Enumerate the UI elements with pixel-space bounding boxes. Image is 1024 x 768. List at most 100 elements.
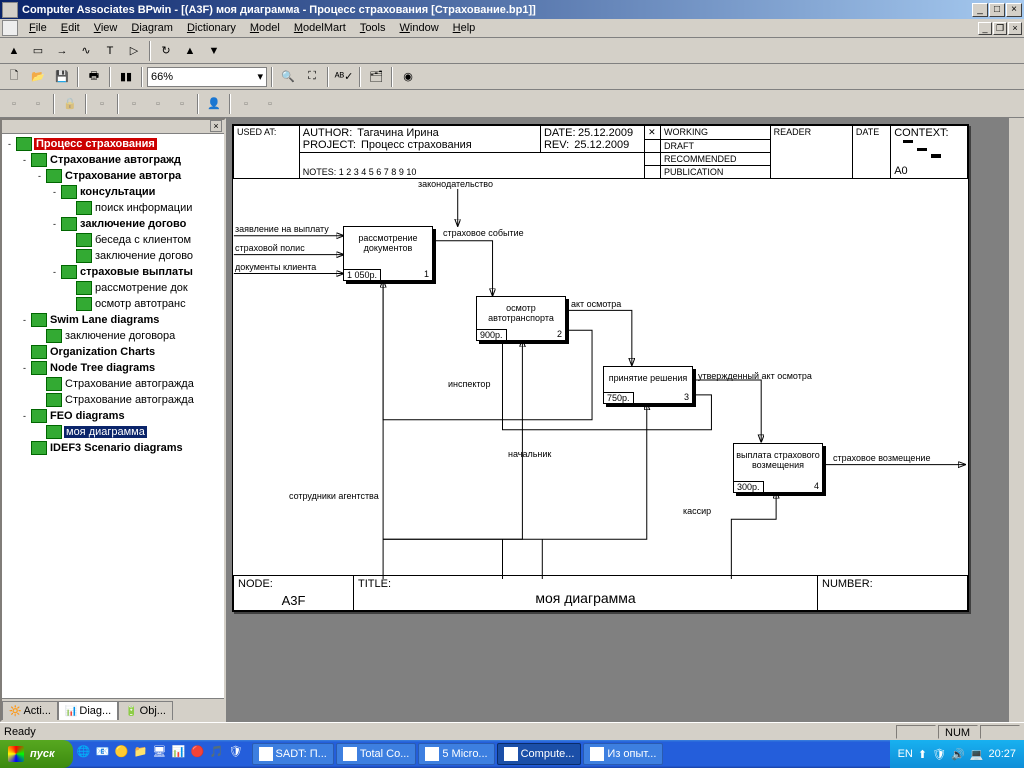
task-button[interactable]: SADT: П...: [252, 743, 334, 765]
minimize-button[interactable]: _: [972, 3, 988, 17]
tree-node[interactable]: -страховые выплаты: [4, 264, 222, 280]
close-button[interactable]: ×: [1006, 3, 1022, 17]
task-button[interactable]: Compute...: [497, 743, 582, 765]
tree-node[interactable]: заключение догово: [4, 248, 222, 264]
tab-diagrams[interactable]: 📊 Diag...: [58, 701, 118, 720]
direction-tool[interactable]: ▷: [123, 40, 145, 62]
tree-node[interactable]: беседа с клиентом: [4, 232, 222, 248]
tree-node[interactable]: IDEF3 Scenario diagrams: [4, 440, 222, 456]
activity-box-4[interactable]: выплата страхового возмещения300р.4: [733, 443, 823, 493]
task-button[interactable]: Из опыт...: [583, 743, 663, 765]
ql-icon-4[interactable]: 📁: [134, 745, 152, 763]
mdi-restore-button[interactable]: ❐: [993, 22, 1007, 35]
maximize-button[interactable]: □: [989, 3, 1005, 17]
mart-button[interactable]: ◉: [397, 66, 419, 88]
menu-help[interactable]: Help: [446, 20, 483, 36]
menu-bar: FileEditViewDiagramDictionaryModelModelM…: [0, 19, 1024, 38]
tree-node[interactable]: Organization Charts: [4, 344, 222, 360]
tree-node[interactable]: заключение договора: [4, 328, 222, 344]
tree-node[interactable]: -Swim Lane diagrams: [4, 312, 222, 328]
tree-node[interactable]: -FEO diagrams: [4, 408, 222, 424]
task-button[interactable]: 5 Micro...: [418, 743, 494, 765]
tree-node[interactable]: Страхование автогражда: [4, 376, 222, 392]
ql-icon-3[interactable]: 🟡: [115, 745, 133, 763]
tray-icon-3[interactable]: 🔊: [951, 748, 965, 761]
save-button[interactable]: 💾: [51, 66, 73, 88]
down-tool[interactable]: ▼: [203, 40, 225, 62]
zoom-fit-button[interactable]: ⛶: [301, 66, 323, 88]
zoom-combo[interactable]: 66%▾: [147, 67, 267, 87]
menu-window[interactable]: Window: [393, 20, 446, 36]
mdi-minimize-button[interactable]: _: [978, 22, 992, 35]
tree-view[interactable]: -Процесс страхования-Страхование автогра…: [2, 134, 224, 698]
tab-objects[interactable]: 🔋 Obj...: [118, 701, 173, 720]
tree-node[interactable]: осмотр автотранс: [4, 296, 222, 312]
zoom-in-button[interactable]: 🔍: [277, 66, 299, 88]
menu-view[interactable]: View: [87, 20, 125, 36]
tree-node[interactable]: -Node Tree diagrams: [4, 360, 222, 376]
ql-icon-2[interactable]: 📧: [96, 745, 114, 763]
tree-node[interactable]: -Страхование автогражд: [4, 152, 222, 168]
spellcheck-button[interactable]: ᴬᴮ✓: [333, 66, 355, 88]
app-icon: [2, 2, 18, 18]
open-button[interactable]: 📂: [27, 66, 49, 88]
start-button[interactable]: пуск: [0, 740, 73, 768]
lang-indicator[interactable]: EN: [898, 748, 913, 760]
activity-box-2[interactable]: осмотр автотранспорта900р.2: [476, 296, 566, 341]
menu-dictionary[interactable]: Dictionary: [180, 20, 243, 36]
menu-modelmart[interactable]: ModelMart: [287, 20, 353, 36]
up-tool[interactable]: ▲: [179, 40, 201, 62]
mm-btn-3: ▫: [91, 93, 113, 115]
ql-icon-7[interactable]: 🔴: [191, 745, 209, 763]
vertical-scrollbar[interactable]: [1008, 118, 1024, 722]
arrow-label: документы клиента: [235, 262, 316, 272]
menu-edit[interactable]: Edit: [54, 20, 87, 36]
menu-diagram[interactable]: Diagram: [124, 20, 180, 36]
ql-icon-1[interactable]: 🌐: [77, 745, 95, 763]
tray-icon-2[interactable]: 🛡: [932, 748, 946, 761]
status-pane-1: [896, 725, 936, 739]
tree-node[interactable]: моя диаграмма: [4, 424, 222, 440]
text-tool[interactable]: T: [99, 40, 121, 62]
clock[interactable]: 20:27: [988, 748, 1016, 760]
diagram-canvas[interactable]: USED AT: AUTHOR: Тагачина Ирина PROJECT:…: [226, 118, 1008, 722]
task-button[interactable]: Total Co...: [336, 743, 417, 765]
activity-box-1[interactable]: рассмотрение документов1 050р.1: [343, 226, 433, 281]
tree-node[interactable]: поиск информации: [4, 200, 222, 216]
tree-node[interactable]: -консультации: [4, 184, 222, 200]
title-bar: Computer Associates BPwin - [(A3F) моя д…: [0, 0, 1024, 19]
tray-icon-1[interactable]: ⬆: [918, 748, 927, 761]
menu-model[interactable]: Model: [243, 20, 287, 36]
menu-tools[interactable]: Tools: [353, 20, 393, 36]
box-tool[interactable]: ▭: [27, 40, 49, 62]
ql-icon-5[interactable]: 🖥: [153, 745, 171, 763]
mm-btn-active[interactable]: 👤: [203, 93, 225, 115]
ql-icon-6[interactable]: 📊: [172, 745, 190, 763]
menu-file[interactable]: File: [22, 20, 54, 36]
tray-icon-4[interactable]: 💻: [970, 748, 984, 761]
mdi-close-button[interactable]: ×: [1008, 22, 1022, 35]
tree-node[interactable]: рассмотрение док: [4, 280, 222, 296]
print-button[interactable]: 🖶: [83, 66, 105, 88]
idef-footer: NODE:A3F TITLE:моя диаграмма NUMBER:: [233, 575, 968, 611]
activity-box-3[interactable]: принятие решения750р.3: [603, 366, 693, 404]
arrow-tool[interactable]: →: [51, 40, 73, 62]
pointer-tool[interactable]: ▲: [3, 40, 25, 62]
sidebar-close-icon[interactable]: ×: [210, 120, 222, 132]
tree-node[interactable]: -заключение догово: [4, 216, 222, 232]
squiggle-tool[interactable]: ∿: [75, 40, 97, 62]
reports-button[interactable]: ▮▮: [115, 66, 137, 88]
tree-node[interactable]: -Процесс страхования: [4, 136, 222, 152]
tab-activities[interactable]: 🔆 Acti...: [2, 701, 58, 720]
refresh-icon[interactable]: ↻: [155, 40, 177, 62]
arrow-label: инспектор: [448, 379, 490, 389]
mm-btn-8: ▫: [259, 93, 281, 115]
tree-node[interactable]: Страхование автогражда: [4, 392, 222, 408]
model-explorer: × -Процесс страхования-Страхование автог…: [0, 118, 226, 722]
new-button[interactable]: 🗋: [3, 66, 25, 88]
tree-node[interactable]: -Страхование автогра: [4, 168, 222, 184]
ql-icon-8[interactable]: 🎵: [210, 745, 228, 763]
ql-icon-9[interactable]: 🛡: [229, 745, 247, 763]
mm-lock-icon: 🔒: [59, 93, 81, 115]
model-explorer-button[interactable]: 🗂: [365, 66, 387, 88]
